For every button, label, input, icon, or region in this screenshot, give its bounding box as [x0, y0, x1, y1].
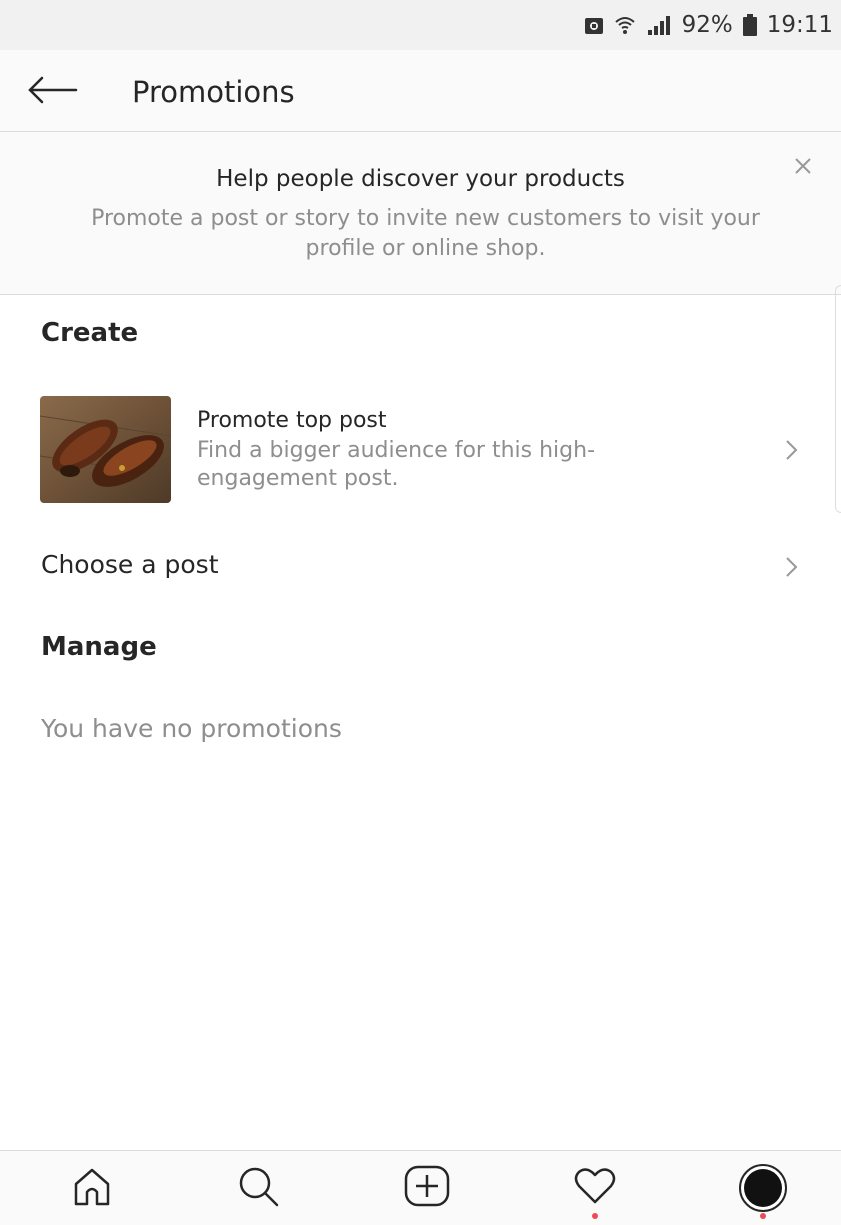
choose-post-label: Choose a post — [41, 550, 219, 579]
add-post-icon — [403, 1164, 451, 1212]
notification-dot — [592, 1213, 598, 1219]
no-promotions-text: You have no promotions — [41, 714, 342, 743]
signal-icon — [646, 15, 672, 35]
bottom-nav — [0, 1150, 841, 1225]
nav-profile[interactable] — [733, 1163, 793, 1219]
promote-top-post-description: Find a bigger audience for this high-eng… — [197, 438, 596, 491]
banner-subtitle: Promote a post or story to invite new cu… — [91, 206, 760, 261]
wifi-icon — [614, 15, 636, 35]
back-button[interactable] — [26, 70, 86, 114]
nav-add-post[interactable] — [397, 1163, 457, 1213]
close-icon[interactable] — [791, 156, 815, 180]
chevron-right-icon — [785, 555, 799, 579]
battery-icon — [742, 14, 757, 36]
battery-percent: 92% — [681, 12, 733, 38]
promote-top-post-title: Promote top post — [197, 408, 387, 433]
arrow-left-icon — [26, 75, 78, 109]
nav-home[interactable] — [62, 1163, 122, 1213]
chevron-right-icon — [785, 438, 799, 462]
nav-search[interactable] — [228, 1163, 288, 1213]
status-bar: 92% 19:11 — [0, 0, 841, 50]
banner-title: Help people discover your products — [216, 166, 625, 192]
choose-post-row[interactable]: Choose a post — [0, 540, 841, 596]
clock: 19:11 — [766, 12, 833, 38]
profile-avatar — [739, 1164, 787, 1212]
notification-dot — [760, 1213, 766, 1219]
create-heading: Create — [41, 318, 139, 348]
promo-banner: Help people discover your products Promo… — [0, 132, 841, 295]
nav-activity[interactable] — [565, 1163, 625, 1219]
activity-heart-icon — [573, 1166, 617, 1210]
promote-top-post-row[interactable]: Promote top post Find a bigger audience … — [0, 390, 841, 510]
manage-heading: Manage — [41, 632, 157, 662]
search-icon — [236, 1164, 280, 1212]
shoes-photo — [40, 396, 171, 503]
home-icon — [70, 1164, 114, 1212]
page-title: Promotions — [132, 75, 295, 109]
app-header: Promotions — [0, 50, 841, 132]
store-icon — [584, 15, 604, 35]
